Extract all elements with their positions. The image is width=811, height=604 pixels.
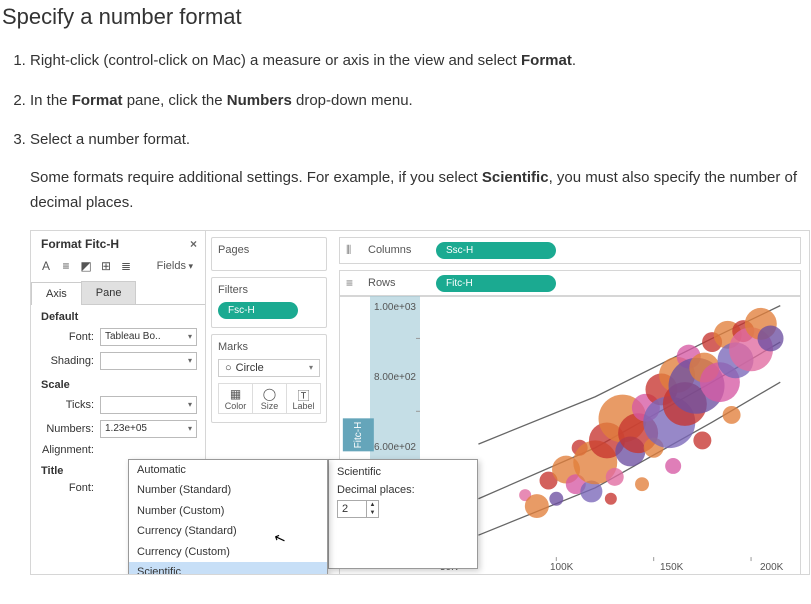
number-format-option[interactable]: Number (Custom) [129,501,327,522]
format-header: Format Fitc-H [41,237,119,251]
shading-icon[interactable]: ◩ [79,259,93,273]
font-label: Font: [39,331,94,343]
step-3-note: Some formats require additional settings… [30,165,811,216]
marks-size-label: Size [253,401,286,411]
decimal-places-spinner[interactable]: 2 ▲ ▼ [337,500,379,518]
mark-type-value: Circle [236,362,309,374]
decimal-places-value: 2 [338,501,366,517]
step-2-b2: Numbers [227,92,292,109]
borders-icon[interactable]: ⊞ [99,259,113,273]
title-font-label: Font: [39,482,94,494]
filters-shelf[interactable]: Filters Fsc-H [211,277,327,328]
alignment-label: Alignment: [39,444,94,456]
columns-pill-ssc-h[interactable]: Ssc-H [436,242,556,259]
lines-icon[interactable]: ≣ [119,259,133,273]
step-2-pre: In the [30,92,72,109]
columns-shelf[interactable]: ⦀ Columns Ssc-H [339,237,801,264]
step-3-note-bold: Scientific [482,169,549,186]
circle-icon: ○ [225,362,232,374]
pages-shelf[interactable]: Pages [211,237,327,271]
y-tick-2: 6.00e+02 [374,442,416,453]
y-tick-0: 1.00e+03 [374,302,416,313]
number-format-option[interactable]: Automatic [129,460,327,481]
close-icon[interactable]: × [190,237,197,251]
font-value: Tableau Bo.. [105,331,161,342]
step-2-b1: Format [72,92,123,109]
rows-label: Rows [368,277,428,289]
page-title: Specify a number format [2,4,811,30]
step-1: Right-click (control-click on Mac) a mea… [30,48,811,74]
label-icon: 🅃 [287,387,320,401]
y-tick-1: 8.00e+02 [374,372,416,383]
shading-dropdown[interactable] [100,352,197,370]
spinner-up-icon[interactable]: ▲ [367,501,378,509]
decimal-places-label: Decimal places: [337,484,469,496]
format-tabs: Axis Pane [31,281,205,305]
number-format-option[interactable]: Scientific [129,562,327,575]
step-3-note-pre: Some formats require additional settings… [30,169,482,186]
number-format-list[interactable]: AutomaticNumber (Standard)Number (Custom… [128,459,328,575]
step-1-text: Right-click (control-click on Mac) a mea… [30,52,521,69]
tab-pane[interactable]: Pane [81,281,137,304]
marks-shelf: Marks ○ Circle ▦ Color ◯ Size 🅃 Label [211,334,327,423]
numbers-value: 1.23e+05 [105,423,147,434]
marks-label-label: Label [287,401,320,411]
scientific-settings-panel: Scientific Decimal places: 2 ▲ ▼ [328,459,478,569]
marks-size-card[interactable]: ◯ Size [252,383,287,414]
number-format-option[interactable]: Currency (Standard) [129,521,327,542]
rows-icon: ≡ [346,276,360,290]
columns-icon: ⦀ [346,243,360,258]
step-2-mid: pane, click the [123,92,227,109]
size-icon: ◯ [253,387,286,401]
numbers-label: Numbers: [39,423,94,435]
rows-pill-fitc-h[interactable]: Fitc-H [436,275,556,292]
font-letter-icon[interactable]: A [39,259,53,273]
ticks-dropdown[interactable] [100,396,197,414]
step-2: In the Format pane, click the Numbers dr… [30,88,811,114]
filter-pill-fsc-h[interactable]: Fsc-H [218,302,298,319]
x-tick-2: 150K [660,562,683,573]
fields-dropdown[interactable]: Fields [153,259,197,273]
marks-color-card[interactable]: ▦ Color [218,383,253,414]
mark-type-dropdown[interactable]: ○ Circle [218,359,320,377]
step-3: Select a number format. Some formats req… [30,127,811,216]
spinner-down-icon[interactable]: ▼ [367,509,378,517]
color-icon: ▦ [219,387,252,401]
step-1-post: . [572,52,576,69]
marks-color-label: Color [219,401,252,411]
ticks-label: Ticks: [39,399,94,411]
x-tick-3: 200K [760,562,783,573]
x-tick-1: 100K [550,562,573,573]
font-dropdown[interactable]: Tableau Bo.. [100,328,197,346]
columns-label: Columns [368,244,428,256]
step-2-post: drop-down menu. [292,92,413,109]
filters-title: Filters [218,284,320,296]
y-axis-title: Fitc-H [343,419,374,452]
marks-label-card[interactable]: 🅃 Label [286,383,321,414]
number-format-option[interactable]: Number (Standard) [129,480,327,501]
app-screenshot: Format Fitc-H × A ≡ ◩ ⊞ ≣ Fields Axis Pa… [30,230,810,575]
marks-title: Marks [218,341,320,353]
rows-shelf[interactable]: ≡ Rows Fitc-H [339,270,801,297]
section-scale: Scale [31,373,205,393]
step-3-text: Select a number format. [30,131,190,148]
format-toolbar: A ≡ ◩ ⊞ ≣ Fields [31,255,205,277]
align-icon[interactable]: ≡ [59,259,73,273]
scientific-title: Scientific [337,466,469,478]
section-default: Default [31,305,205,325]
step-1-bold: Format [521,52,572,69]
numbers-dropdown[interactable]: 1.23e+05 [100,420,197,438]
number-format-option[interactable]: Currency (Custom) [129,542,327,563]
shading-label: Shading: [39,355,94,367]
tab-axis[interactable]: Axis [31,282,82,305]
pages-title: Pages [218,244,320,256]
instruction-list: Right-click (control-click on Mac) a mea… [12,48,811,216]
